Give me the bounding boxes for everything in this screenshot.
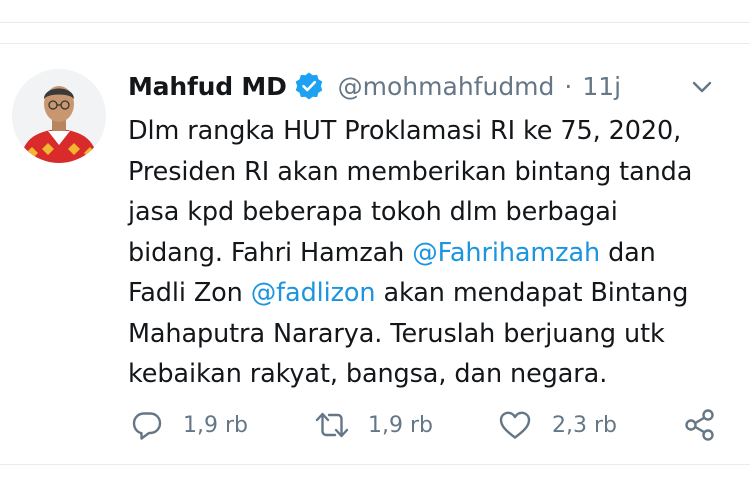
bottom-divider (0, 464, 750, 465)
tweet-text-line: Dlm rangka HUT Proklamasi RI ke 75, 2020… (128, 111, 740, 152)
tweet-header: Mahfud MD @mohmahfudmd · 11j (128, 66, 621, 106)
tweet-text-segment: Presiden RI akan memberikan bintang tand… (128, 156, 693, 187)
tweet-actions: 1,9 rb 1,9 rb 2,3 rb (0, 400, 750, 450)
tweet-card-border (0, 43, 750, 44)
tweet-text-segment: Mahaputra Nararya. Teruslah berjuang utk (128, 318, 665, 349)
reply-button[interactable]: 1,9 rb (131, 400, 248, 450)
reply-icon (132, 412, 162, 440)
author-handle[interactable]: @mohmahfudmd (338, 72, 555, 101)
header-separator: · (564, 71, 573, 101)
tweet-text-line: Mahaputra Nararya. Teruslah berjuang utk (128, 314, 740, 355)
tweet-text-line: Fadli Zon @fadlizon akan mendapat Bintan… (128, 273, 740, 314)
tweet-text-line: kebaikan rakyat, bangsa, dan negara. (128, 354, 740, 395)
mention-link[interactable]: @Fahrihamzah (412, 238, 600, 268)
tweet-text-line: jasa kpd beberapa tokoh dlm berbagai (128, 192, 740, 233)
tweet-text-segment: kebaikan rakyat, bangsa, dan negara. (128, 359, 608, 389)
top-divider (0, 22, 750, 23)
retweet-button[interactable]: 1,9 rb (314, 400, 433, 450)
tweet-text-segment: Dlm rangka HUT Proklamasi RI ke 75, 2020… (128, 116, 682, 146)
avatar-image (12, 69, 106, 163)
avatar[interactable] (12, 69, 106, 163)
tweet-text-segment: jasa kpd beberapa tokoh dlm berbagai (128, 197, 618, 227)
chevron-down-icon[interactable] (689, 74, 715, 100)
tweet-text-segment: dan (600, 237, 656, 268)
author-name[interactable]: Mahfud MD (128, 72, 287, 101)
retweet-icon (315, 412, 349, 438)
tweet-text-segment: Fadli Zon (128, 278, 251, 308)
retweet-count: 1,9 rb (368, 412, 433, 438)
like-count: 2,3 rb (552, 412, 617, 438)
reply-count: 1,9 rb (183, 412, 248, 438)
tweet-text: Dlm rangka HUT Proklamasi RI ke 75, 2020… (128, 111, 740, 395)
tweet-text-line: bidang. Fahri Hamzah @Fahrihamzah dan (128, 233, 740, 274)
share-button[interactable] (683, 400, 717, 450)
heart-icon (499, 411, 531, 439)
share-icon (685, 409, 714, 441)
like-button[interactable]: 2,3 rb (498, 400, 617, 450)
tweet-text-line: Presiden RI akan memberikan bintang tand… (128, 152, 740, 193)
tweet-text-segment: bidang. Fahri Hamzah (128, 237, 413, 268)
tweet-timestamp[interactable]: 11j (582, 72, 621, 101)
verified-badge-icon (294, 71, 324, 101)
tweet-text-segment: akan mendapat Bintang (375, 278, 689, 308)
mention-link[interactable]: @fadlizon (251, 278, 376, 308)
